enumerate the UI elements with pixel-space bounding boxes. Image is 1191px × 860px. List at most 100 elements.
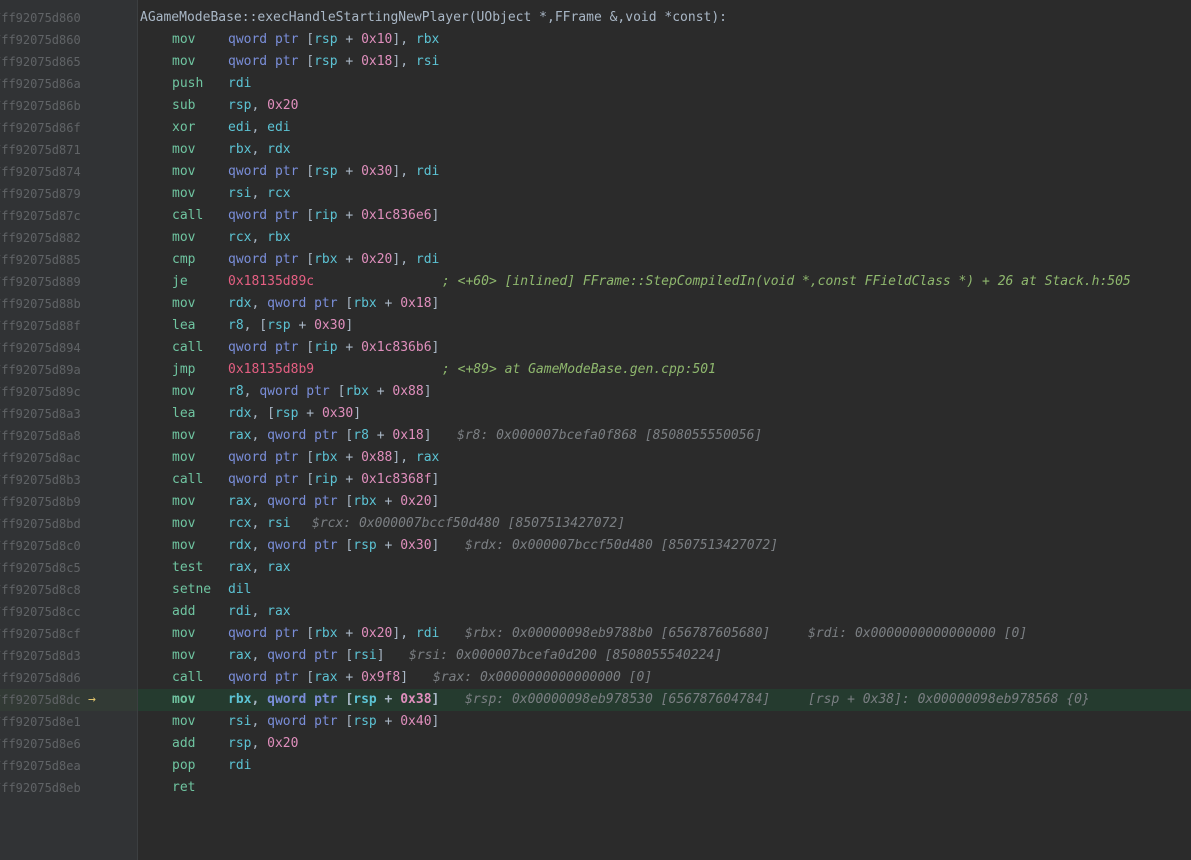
gutter-row[interactable]: 7ff92075d8a8 [0,425,137,447]
gutter-row[interactable]: 7ff92075d8e6 [0,733,137,755]
instruction-row[interactable]: mov rsi, qword ptr [rsp + 0x40] [138,711,1191,733]
instruction-row[interactable]: mov rax, qword ptr [rbx + 0x20] [138,491,1191,513]
instruction-row[interactable]: xor edi, edi [138,117,1191,139]
instruction-operands: rax, qword ptr [rbx + 0x20] [228,491,439,513]
operand-jump-target[interactable]: 0x18135d8b9 [228,362,314,377]
gutter-row[interactable]: 7ff92075d894 [0,337,137,359]
instruction-row[interactable]: mov qword ptr [rbx + 0x88], rax [138,447,1191,469]
gutter-row[interactable]: 7ff92075d8ea [0,755,137,777]
gutter-row[interactable]: 7ff92075d8cf [0,623,137,645]
instruction-row[interactable]: mov rsi, rcx [138,183,1191,205]
operand-punctuation: , [251,186,268,201]
instruction-mnemonic: add [172,604,196,619]
operand-register: r8 [228,318,244,333]
instruction-row[interactable]: call qword ptr [rip + 0x1c8368f] [138,469,1191,491]
gutter-row[interactable]: 7ff92075d8eb [0,777,137,799]
instruction-row[interactable]: ret [138,777,1191,799]
current-instruction-row[interactable]: mov rbx, qword ptr [rsp + 0x38] $rsp: 0x00… [138,689,1191,711]
instruction-mnemonic: mov [172,494,196,509]
instruction-row[interactable]: mov rax, qword ptr [r8 + 0x18] $r8: 0x0000… [138,425,1191,447]
instruction-row[interactable]: mov rdx, qword ptr [rsp + 0x30] $rdx: 0x00… [138,535,1191,557]
instruction-row[interactable]: jmp 0x18135d8b9 ; <+89> at GameModeBase.ge… [138,359,1191,381]
gutter-row[interactable]: 7ff92075d8b3 [0,469,137,491]
gutter-row[interactable]: 7ff92075d8a3 [0,403,137,425]
operand-punctuation: ] [431,714,440,729]
instruction-row[interactable]: setne dil [138,579,1191,601]
instruction-operands: rdi [228,73,251,95]
gutter-row[interactable]: 7ff92075d8d6 [0,667,137,689]
instruction-row[interactable]: call qword ptr [rip + 0x1c836e6] [138,205,1191,227]
instruction-row[interactable]: pop rdi [138,755,1191,777]
gutter-row[interactable]: 7ff92075d860 [0,29,137,51]
instruction-row[interactable]: mov rbx, rdx [138,139,1191,161]
operand-punctuation: + [337,54,362,69]
gutter-row[interactable]: 7ff92075d89c [0,381,137,403]
gutter-row[interactable]: 7ff92075d87c [0,205,137,227]
gutter-row[interactable]: 7ff92075d86b [0,95,137,117]
gutter-row[interactable]: 7ff92075d8ac [0,447,137,469]
operand-punctuation: , [251,98,268,113]
gutter-row[interactable]: 7ff92075d882 [0,227,137,249]
instruction-row[interactable]: lea rdx, [rsp + 0x30] [138,403,1191,425]
instruction-row[interactable]: je 0x18135d89c ; <+60> [inlined] FFrame::S… [138,271,1191,293]
line-address: 7ff92075d8ac [0,451,81,465]
instruction-row[interactable]: mov rax, qword ptr [rsi] $rsi: 0x000007bce… [138,645,1191,667]
gutter-row[interactable]: 7ff92075d8bd [0,513,137,535]
gutter-row[interactable]: 7ff92075d889 [0,271,137,293]
instruction-row[interactable]: add rdi, rax [138,601,1191,623]
instruction-mnemonic: mov [172,186,196,201]
instruction-row[interactable]: test rax, rax [138,557,1191,579]
gutter-row[interactable]: 7ff92075d8e1 [0,711,137,733]
gutter-row[interactable]: 7ff92075d8cc [0,601,137,623]
instruction-row[interactable]: call qword ptr [rip + 0x1c836b6] [138,337,1191,359]
instruction-row[interactable]: mov r8, qword ptr [rbx + 0x88] [138,381,1191,403]
operand-immediate: 0x88 [361,450,393,465]
gutter-row[interactable]: 7ff92075d88f [0,315,137,337]
gutter-row[interactable]: 7ff92075d871 [0,139,137,161]
instruction-row[interactable]: sub rsp, 0x20 [138,95,1191,117]
operand-punctuation: , [251,736,268,751]
instruction-row[interactable]: mov qword ptr [rsp + 0x18], rsi [138,51,1191,73]
gutter-row[interactable]: 7ff92075d8d3 [0,645,137,667]
operand-register: rsp [274,406,299,421]
gutter-row[interactable]: 7ff92075d865 [0,51,137,73]
gutter-row[interactable]: 7ff92075d86f [0,117,137,139]
instruction-row[interactable]: mov qword ptr [rsp + 0x30], rdi [138,161,1191,183]
operand-punctuation: [ [306,164,315,179]
operand-punctuation: , [251,230,268,245]
line-address: 7ff92075d885 [0,253,81,267]
function-header-row[interactable]: AGameModeBase::execHandleStartingNewPlay… [138,7,1191,29]
instruction-row[interactable]: add rsp, 0x20 [138,733,1191,755]
gutter-row[interactable]: 7ff92075d885 [0,249,137,271]
instruction-operands: qword ptr [rsp + 0x30], rdi [228,161,439,183]
operand-register: rsi [228,714,252,729]
instruction-row[interactable]: mov qword ptr [rsp + 0x10], rbx [138,29,1191,51]
instruction-row[interactable]: mov rcx, rsi $rcx: 0x000007bccf50d480 [850… [138,513,1191,535]
operand-punctuation: , [251,120,268,135]
gutter-row[interactable]: 7ff92075d874 [0,161,137,183]
instruction-operands: qword ptr [rsp + 0x10], rbx [228,29,439,51]
register-value-hint: [rsp + 0x38]: 0x00000098eb978568 {0} [808,692,1090,707]
instruction-row[interactable]: mov rcx, rbx [138,227,1191,249]
instruction-row[interactable]: mov rdx, qword ptr [rbx + 0x18] [138,293,1191,315]
instruction-row[interactable]: push rdi [138,73,1191,95]
instruction-row[interactable]: lea r8, [rsp + 0x30] [138,315,1191,337]
operand-punctuation: + [337,208,362,223]
gutter-row[interactable]: 7ff92075d88b [0,293,137,315]
gutter-row[interactable]: 7ff92075d879 [0,183,137,205]
gutter-row[interactable]: 7ff92075d860 [0,7,137,29]
gutter-row[interactable]: 7ff92075d8b9 [0,491,137,513]
gutter-row[interactable]: 7ff92075d8dc → [0,689,137,711]
operand-immediate: 0x30 [400,538,432,553]
gutter-row[interactable]: 7ff92075d86a [0,73,137,95]
operand-keyword: qword ptr [228,208,307,223]
instruction-row[interactable]: mov qword ptr [rbx + 0x20], rdi $rbx: 0x00… [138,623,1191,645]
operand-jump-target[interactable]: 0x18135d89c [228,274,314,289]
gutter-row[interactable]: 7ff92075d8c0 [0,535,137,557]
instruction-row[interactable]: call qword ptr [rax + 0x9f8] $rax: 0x00000… [138,667,1191,689]
gutter-row[interactable]: 7ff92075d8c8 [0,579,137,601]
gutter-row[interactable]: 7ff92075d89a [0,359,137,381]
line-address: 7ff92075d8cc [0,605,81,619]
gutter-row[interactable]: 7ff92075d8c5 [0,557,137,579]
instruction-row[interactable]: cmp qword ptr [rbx + 0x20], rdi [138,249,1191,271]
